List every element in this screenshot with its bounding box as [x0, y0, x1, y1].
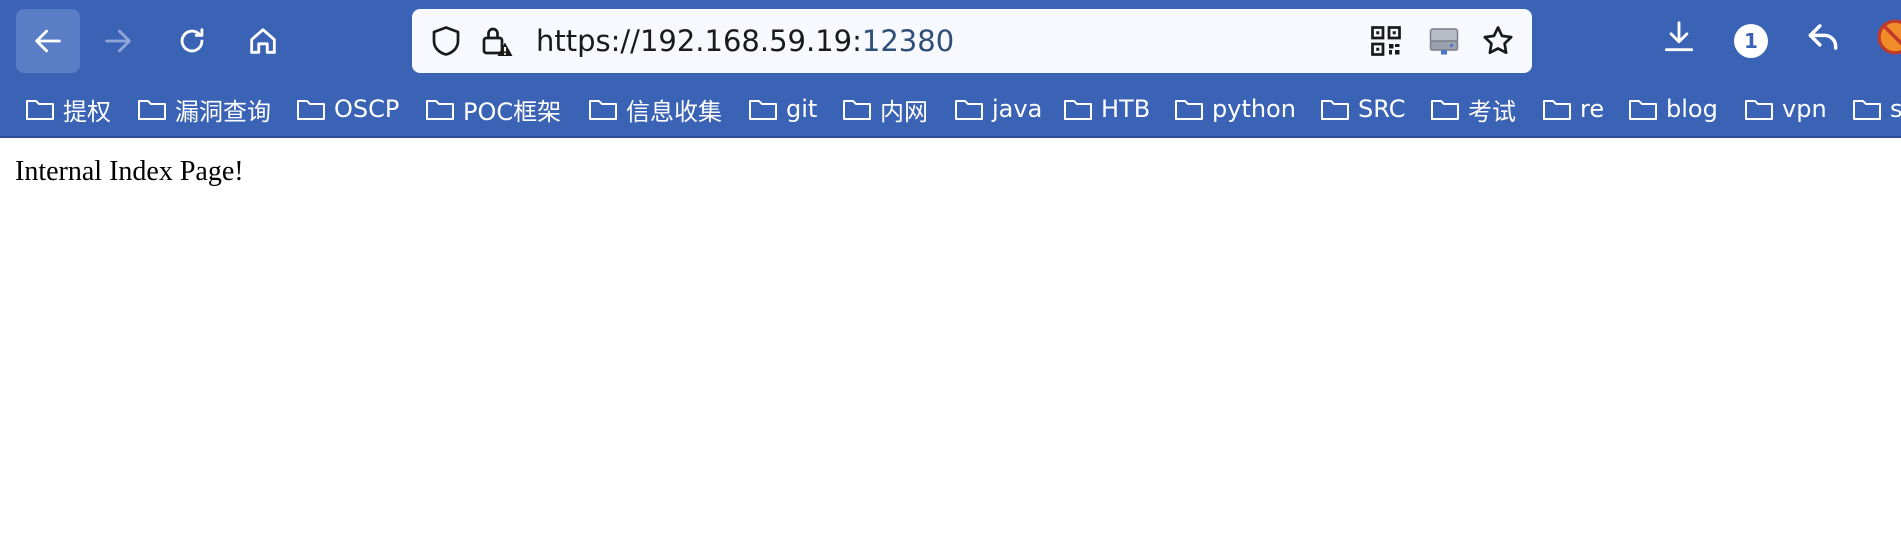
bookmark-folder[interactable]: java: [954, 88, 1042, 130]
bookmark-folder[interactable]: git: [748, 88, 817, 130]
page-body-text: Internal Index Page!: [15, 156, 244, 187]
extension-badge[interactable]: 1: [1734, 24, 1768, 58]
bookmark-label: 信息收集: [626, 97, 722, 126]
bookmark-folder[interactable]: HTB: [1063, 88, 1150, 130]
bookmark-folder[interactable]: blog: [1628, 88, 1718, 130]
star-icon[interactable]: [1480, 23, 1516, 59]
browser-toolbar: https://192.168.59.19:12380 1 提权 漏洞查询 OS…: [0, 0, 1901, 138]
bookmark-label: git: [786, 95, 818, 123]
home-button[interactable]: [231, 9, 295, 73]
home-icon: [250, 28, 276, 54]
folder-icon: [1321, 100, 1349, 120]
bookmark-folder[interactable]: re: [1542, 88, 1604, 130]
bookmark-label: OSCP: [334, 95, 400, 123]
folder-icon: [749, 100, 777, 120]
bookmark-label: HTB: [1101, 95, 1151, 123]
reload-icon: [180, 28, 204, 53]
forward-button[interactable]: [86, 9, 150, 73]
bookmark-label: 考试: [1468, 97, 1516, 126]
folder-icon: [297, 100, 325, 120]
extension-icon[interactable]: [1876, 18, 1901, 56]
bookmark-folder[interactable]: POC框架: [425, 88, 561, 130]
bookmark-folder[interactable]: 信息收集: [588, 88, 722, 130]
bookmark-folder[interactable]: 内网: [842, 88, 928, 130]
folder-icon: [426, 100, 454, 120]
back-button[interactable]: [16, 9, 80, 73]
url-port: 12380: [861, 24, 955, 58]
folder-icon: [589, 100, 617, 120]
bookmark-label: 漏洞查询: [175, 97, 271, 126]
url-bar[interactable]: https://192.168.59.19:12380: [412, 9, 1532, 73]
bookmark-folder[interactable]: vpn: [1744, 88, 1827, 130]
folder-icon: [955, 100, 983, 120]
bookmark-folder[interactable]: SRC: [1320, 88, 1405, 130]
bookmark-label: vpn: [1782, 95, 1827, 123]
bookmark-label: python: [1212, 95, 1296, 123]
bookmark-label: s: [1890, 95, 1901, 123]
folder-icon: [26, 100, 54, 120]
arrow-right-icon: [105, 29, 131, 53]
folder-icon: [1064, 100, 1092, 120]
drive-icon[interactable]: [1426, 23, 1462, 59]
lock-warning-icon[interactable]: [478, 23, 514, 59]
bookmark-folder[interactable]: 考试: [1430, 88, 1516, 130]
download-icon[interactable]: [1660, 18, 1698, 56]
bookmark-folder[interactable]: 提权: [25, 88, 111, 130]
url-host: https://192.168.59.19:: [536, 24, 862, 58]
bookmark-folder[interactable]: python: [1174, 88, 1296, 130]
folder-icon: [1745, 100, 1773, 120]
qr-code-icon[interactable]: [1368, 23, 1404, 59]
bookmark-label: 内网: [880, 97, 928, 126]
bookmark-folder[interactable]: 漏洞查询: [137, 88, 271, 130]
bookmark-folder[interactable]: s: [1852, 88, 1901, 130]
folder-icon: [1629, 100, 1657, 120]
folder-icon: [843, 100, 871, 120]
folder-icon: [1853, 100, 1881, 120]
bookmark-folder[interactable]: OSCP: [296, 88, 399, 130]
folder-icon: [1175, 100, 1203, 120]
bookmark-label: SRC: [1358, 95, 1406, 123]
bookmark-label: java: [992, 95, 1043, 123]
folder-icon: [138, 100, 166, 120]
reply-icon[interactable]: [1804, 18, 1842, 56]
folder-icon: [1431, 100, 1459, 120]
reload-button[interactable]: [160, 9, 224, 73]
bookmark-label: re: [1580, 95, 1605, 123]
bookmark-label: blog: [1666, 95, 1718, 123]
arrow-left-icon: [35, 29, 61, 53]
url-text[interactable]: https://192.168.59.19:12380: [536, 9, 954, 73]
bookmarks-bar: 提权 漏洞查询 OSCP POC框架 信息收集 git 内网 java HTB …: [0, 88, 1901, 130]
folder-icon: [1543, 100, 1571, 120]
bookmark-label: 提权: [63, 97, 111, 126]
shield-icon[interactable]: [428, 23, 464, 59]
bookmark-label: POC框架: [463, 97, 562, 126]
